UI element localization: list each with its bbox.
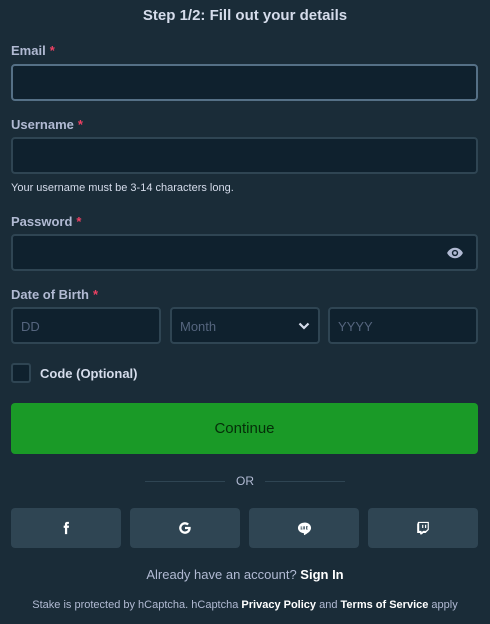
chevron-down-icon: [298, 322, 310, 330]
username-label: Username *: [11, 117, 83, 132]
username-field[interactable]: [11, 137, 478, 174]
year-input[interactable]: YYYY: [328, 307, 478, 344]
twitch-icon: [417, 521, 429, 535]
password-field[interactable]: [11, 234, 478, 271]
day-input[interactable]: DD: [11, 307, 161, 344]
google-icon: [179, 522, 191, 534]
line-icon: [297, 522, 311, 535]
month-select-value: Month: [180, 319, 217, 334]
eye-icon[interactable]: [446, 244, 464, 262]
required-marker: *: [49, 43, 55, 58]
required-marker: *: [76, 214, 82, 229]
google-button[interactable]: [130, 508, 240, 548]
password-label: Password *: [11, 214, 81, 229]
username-hint: Your username must be 3-14 characters lo…: [11, 182, 234, 194]
legal-apply: apply: [431, 599, 458, 611]
twitch-button[interactable]: [368, 508, 478, 548]
facebook-button[interactable]: [11, 508, 121, 548]
continue-button[interactable]: Continue: [11, 403, 478, 454]
month-select[interactable]: Month: [170, 307, 320, 344]
dob-label: Date of Birth *: [11, 287, 98, 302]
legal-and: and: [319, 599, 338, 611]
email-label: Email *: [11, 43, 55, 58]
code-checkbox[interactable]: [11, 363, 31, 383]
privacy-policy-link[interactable]: Privacy Policy: [241, 599, 316, 611]
required-marker: *: [93, 287, 99, 302]
facebook-icon: [63, 521, 70, 535]
legal-notice: Stake is protected by hCaptcha. hCaptcha…: [0, 599, 490, 611]
sign-in-link[interactable]: Sign In: [300, 567, 343, 582]
or-divider: OR: [236, 474, 254, 488]
password-label-text: Password: [11, 214, 73, 229]
required-marker: *: [77, 117, 83, 132]
email-label-text: Email: [11, 43, 46, 58]
have-account-text: Already have an account? Sign In: [0, 567, 490, 582]
terms-of-service-link[interactable]: Terms of Service: [341, 599, 429, 611]
page-title: Step 1/2: Fill out your details: [142, 7, 348, 24]
legal-prefix: Stake is protected by hCaptcha. hCaptcha: [32, 599, 239, 611]
dob-label-text: Date of Birth: [11, 287, 89, 302]
have-account-prompt: Already have an account?: [146, 567, 297, 582]
line-button[interactable]: [249, 508, 359, 548]
code-label[interactable]: Code (Optional): [40, 366, 138, 381]
email-field[interactable]: [11, 64, 478, 101]
username-label-text: Username: [11, 117, 74, 132]
